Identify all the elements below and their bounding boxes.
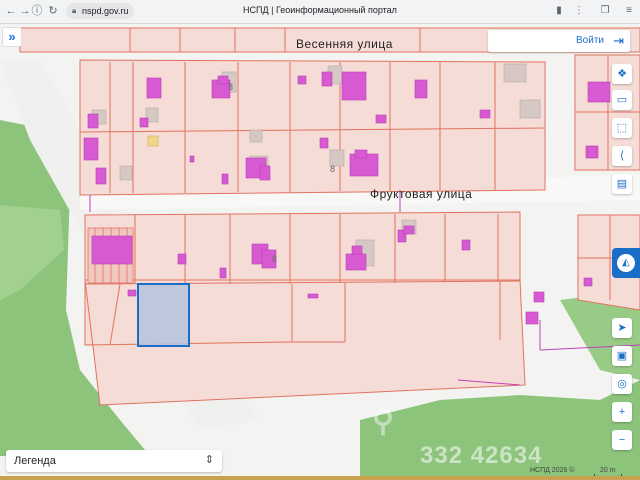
minimap-button[interactable]: ▣	[612, 346, 632, 366]
parcel-number: 8	[228, 82, 233, 92]
watermark-phone: 332 42634	[420, 442, 543, 469]
layers-button[interactable]: ❖	[612, 64, 632, 84]
zoom-in-icon: +	[618, 406, 626, 418]
expand-sidebar-button[interactable]: »	[2, 27, 22, 47]
share-icon: ⟨	[619, 150, 625, 162]
map-canvas: 8 8 8	[0, 27, 640, 480]
cadastral-map[interactable]: 8 8 8 Весенняя улица Фруктовая улица ⚲ 3…	[0, 24, 640, 480]
taskbar-strip	[0, 476, 640, 480]
print-icon: ▤	[616, 178, 628, 190]
page-title: НСПД | Геоинформационный портал	[243, 5, 397, 15]
tabs-icon[interactable]: ❐	[598, 4, 612, 18]
layers-panel-icon: ◭	[617, 254, 635, 272]
layers-icon: ❖	[617, 68, 627, 80]
layers-panel-tab[interactable]: ◭	[612, 248, 640, 278]
share-button[interactable]: ⟨	[612, 146, 632, 166]
url-text: nspd.gov.ru	[82, 6, 129, 16]
selected-parcel	[137, 283, 190, 347]
info-icon[interactable]: ⓘ	[30, 4, 44, 18]
search-location-button[interactable]: ◎	[612, 374, 632, 394]
search-location-icon: ◎	[617, 378, 627, 390]
select-area-button[interactable]: ⬚	[612, 118, 632, 138]
menu-dots-icon[interactable]: ⋮	[572, 4, 586, 18]
measure-icon: ▭	[616, 94, 628, 106]
back-icon[interactable]: ←	[4, 4, 18, 18]
login-icon: ⇥	[613, 33, 624, 48]
watermark-logo: ⚲	[372, 405, 394, 438]
location-icon: ➤	[617, 322, 627, 334]
street-label: Весенняя улица	[296, 37, 393, 51]
building-yellow	[147, 135, 159, 147]
print-button[interactable]: ▤	[612, 174, 632, 194]
reload-icon[interactable]: ↻	[46, 4, 60, 18]
street-label: Фруктовая улица	[370, 187, 473, 201]
scale-label: 20 m	[600, 467, 616, 474]
legend-label: Легенда	[14, 455, 56, 467]
parcel-number: 8	[272, 254, 277, 264]
browser-toolbar: ← → ⓘ ↻ 🔒︎ nspd.gov.ru НСПД | Геоинформа…	[0, 0, 640, 24]
zoom-out-icon: −	[618, 434, 626, 446]
parcel-number: 8	[330, 164, 335, 174]
map-attribution: НСПД 2026 ©	[530, 467, 575, 474]
my-location-button[interactable]: ➤	[612, 318, 632, 338]
login-label: Войти	[576, 35, 604, 46]
legend-dropdown[interactable]: Легенда ⇕	[6, 450, 222, 472]
zoom-out-button[interactable]: −	[612, 430, 632, 450]
select-area-icon: ⬚	[616, 122, 628, 134]
chevron-updown-icon: ⇕	[204, 454, 214, 466]
lock-icon: 🔒︎	[72, 6, 77, 15]
browser-menu-icon[interactable]: ≡	[622, 4, 636, 18]
address-bar[interactable]: 🔒︎ nspd.gov.ru	[66, 3, 134, 19]
bookmark-icon[interactable]: ▮	[552, 4, 566, 18]
minimap-icon: ▣	[616, 350, 628, 362]
login-button[interactable]: Войти ⇥	[488, 30, 630, 52]
zoom-in-button[interactable]: +	[612, 402, 632, 422]
measure-button[interactable]: ▭	[612, 90, 632, 110]
